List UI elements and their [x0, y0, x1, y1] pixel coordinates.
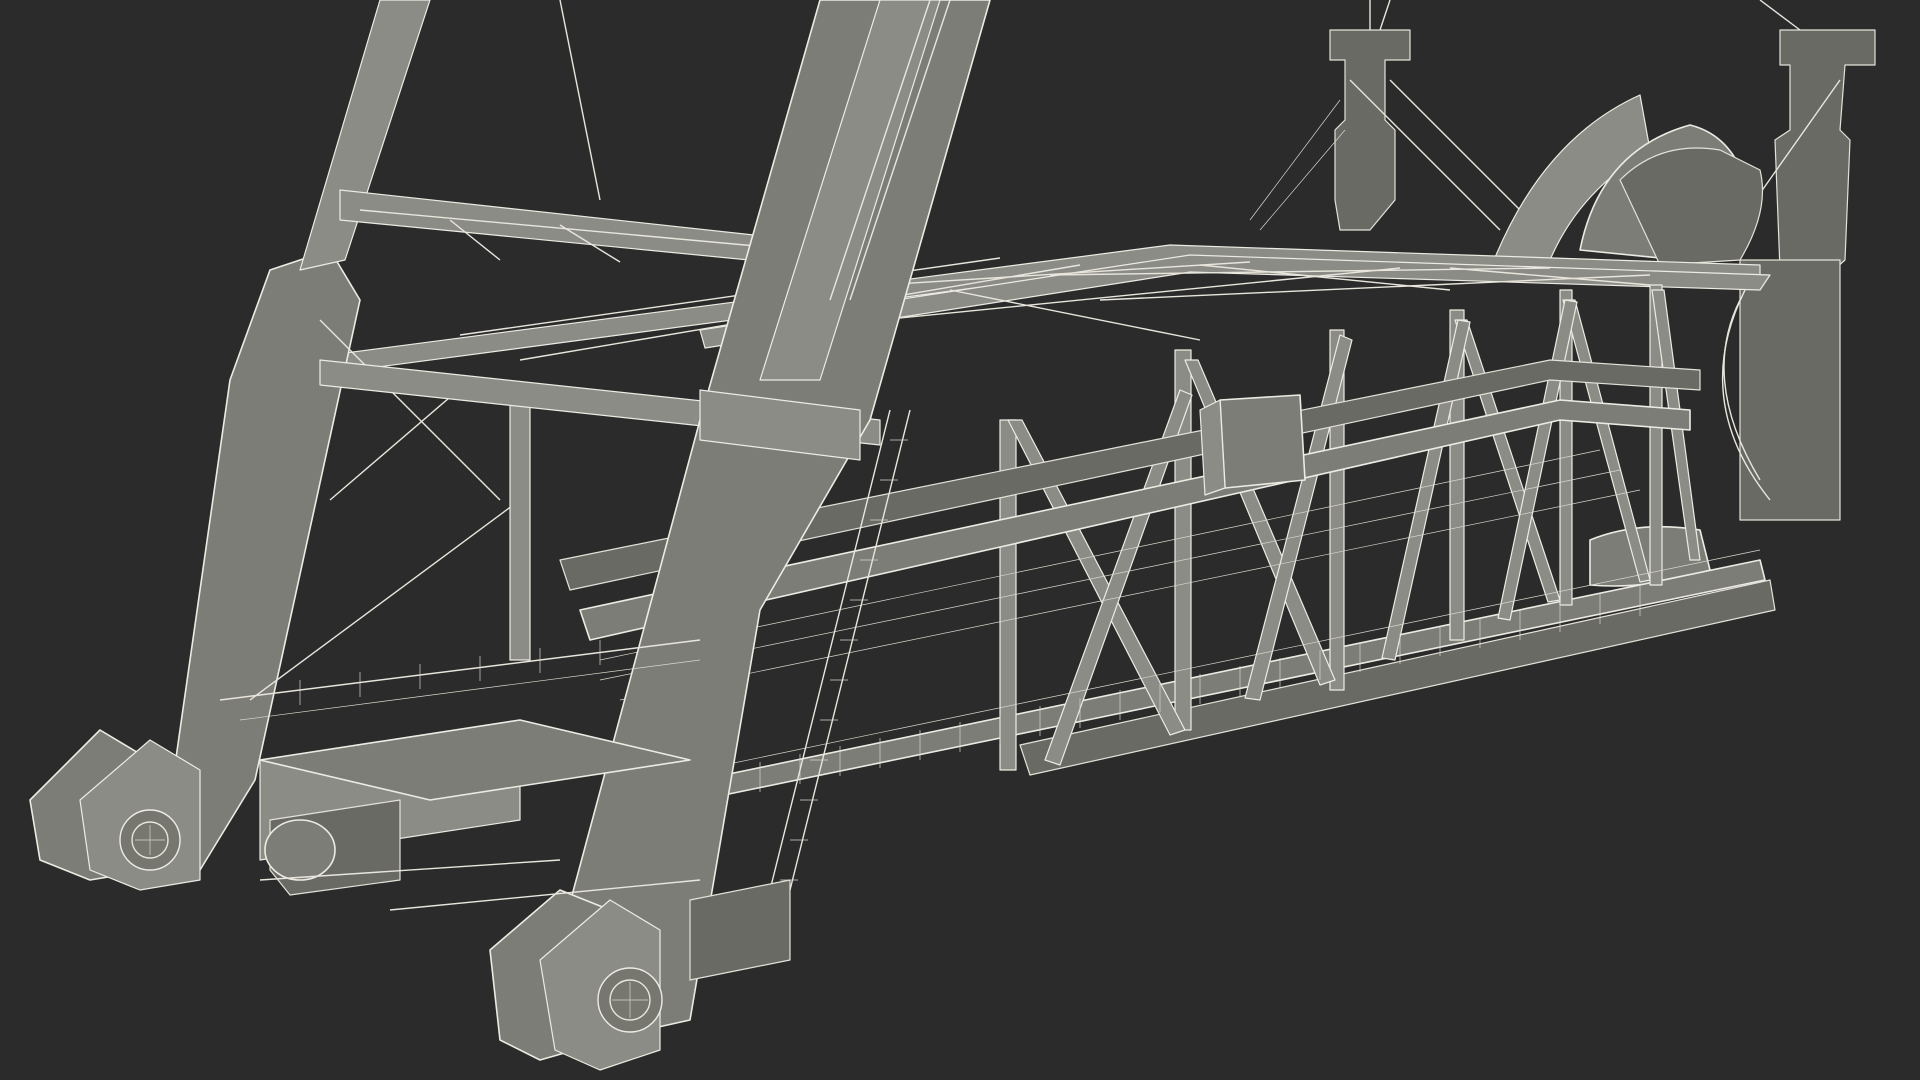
wireframe-model	[29, 0, 1876, 1071]
hinge-hub-left	[29, 729, 201, 891]
3d-viewport[interactable]	[0, 0, 1920, 1080]
a-frame-right	[559, 0, 991, 1041]
boom-truss	[329, 244, 1776, 801]
hinge-hub-right	[489, 889, 663, 1071]
